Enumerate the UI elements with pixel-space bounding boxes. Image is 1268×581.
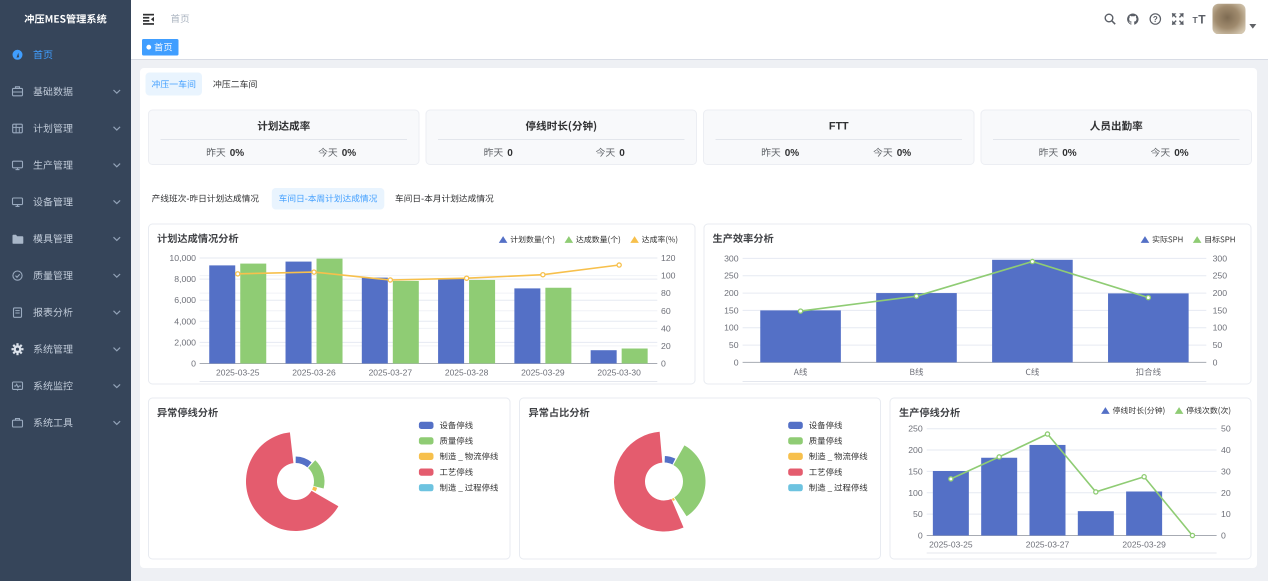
- svg-text:150: 150: [1213, 305, 1228, 315]
- svg-text:2025-03-27: 2025-03-27: [369, 368, 413, 378]
- svg-text:0: 0: [507, 148, 513, 159]
- svg-text:50: 50: [913, 509, 923, 519]
- svg-text:0%: 0%: [342, 148, 357, 159]
- svg-text:4,000: 4,000: [174, 316, 196, 326]
- svg-text:250: 250: [1213, 271, 1228, 281]
- svg-text:300: 300: [724, 253, 739, 263]
- svg-text:6,000: 6,000: [174, 295, 196, 305]
- svg-text:0%: 0%: [230, 148, 245, 159]
- svg-text:?: ?: [1153, 15, 1158, 24]
- svg-text:200: 200: [908, 445, 923, 455]
- svg-text:0: 0: [661, 359, 666, 369]
- svg-text:200: 200: [1213, 288, 1228, 298]
- svg-text:0%: 0%: [1174, 148, 1189, 159]
- svg-text:20: 20: [1221, 488, 1231, 498]
- svg-text:50: 50: [729, 340, 739, 350]
- svg-text:40: 40: [661, 323, 671, 333]
- svg-text:0: 0: [191, 359, 196, 369]
- svg-text:250: 250: [724, 271, 739, 281]
- svg-text:100: 100: [908, 488, 923, 498]
- svg-text:0: 0: [1221, 531, 1226, 541]
- svg-text:0: 0: [734, 357, 739, 367]
- svg-text:120: 120: [661, 253, 676, 263]
- svg-text:100: 100: [724, 323, 739, 333]
- svg-text:2025-03-29: 2025-03-29: [1122, 540, 1166, 550]
- svg-text:2025-03-25: 2025-03-25: [929, 540, 973, 550]
- svg-text:0: 0: [1213, 357, 1218, 367]
- svg-text:250: 250: [908, 424, 923, 434]
- svg-text:30: 30: [1221, 466, 1231, 476]
- svg-text:2025-03-28: 2025-03-28: [445, 368, 489, 378]
- svg-text:T: T: [1198, 13, 1206, 27]
- svg-text:300: 300: [1213, 253, 1228, 263]
- svg-text:60: 60: [661, 306, 671, 316]
- svg-text:0: 0: [918, 531, 923, 541]
- svg-text:0%: 0%: [785, 148, 800, 159]
- svg-text:0%: 0%: [897, 148, 912, 159]
- svg-text:10,000: 10,000: [169, 253, 196, 263]
- svg-text:2025-03-29: 2025-03-29: [521, 368, 565, 378]
- svg-text:150: 150: [724, 305, 739, 315]
- svg-text:2025-03-26: 2025-03-26: [292, 368, 336, 378]
- svg-text:100: 100: [661, 271, 676, 281]
- svg-text:100: 100: [1213, 323, 1228, 333]
- svg-text:200: 200: [724, 288, 739, 298]
- svg-text:20: 20: [661, 341, 671, 351]
- svg-text:150: 150: [908, 466, 923, 476]
- svg-text:2025-03-25: 2025-03-25: [216, 368, 260, 378]
- svg-text:50: 50: [1221, 424, 1231, 434]
- svg-text:40: 40: [1221, 445, 1231, 455]
- svg-text:50: 50: [1213, 340, 1223, 350]
- svg-text:2,000: 2,000: [174, 337, 196, 347]
- svg-text:2025-03-30: 2025-03-30: [597, 368, 641, 378]
- svg-text:8,000: 8,000: [174, 274, 196, 284]
- svg-text:FTT: FTT: [829, 120, 849, 132]
- svg-text:2025-03-27: 2025-03-27: [1026, 540, 1070, 550]
- svg-text:10: 10: [1221, 509, 1231, 519]
- svg-text:80: 80: [661, 288, 671, 298]
- svg-text:0: 0: [619, 148, 625, 159]
- svg-text:0%: 0%: [1062, 148, 1077, 159]
